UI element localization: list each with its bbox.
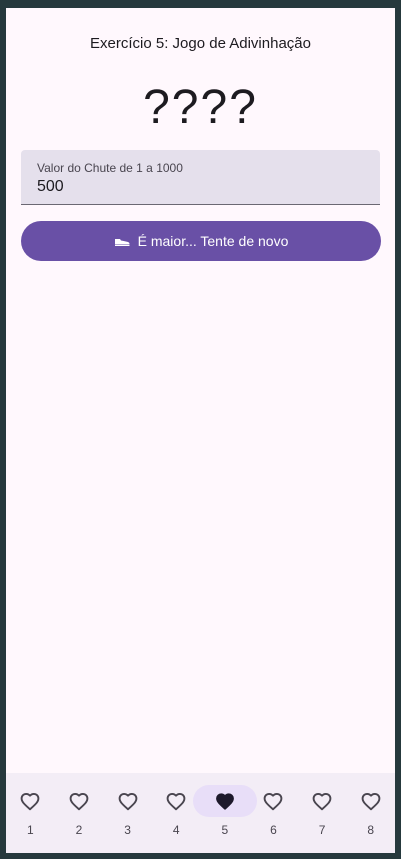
nav-item-5[interactable]: 5 — [192, 773, 257, 853]
guess-button-label: É maior... Tente de novo — [137, 233, 289, 249]
nav-item-8[interactable]: 8 — [346, 773, 395, 853]
nav-item-label: 7 — [318, 823, 326, 837]
guess-field[interactable]: Valor do Chute de 1 a 1000 — [21, 150, 380, 205]
heart-outline-icon — [67, 789, 91, 813]
nav-item-3[interactable]: 3 — [103, 773, 152, 853]
heart-outline-icon — [310, 789, 334, 813]
nav-item-label: 3 — [124, 823, 131, 837]
heart-outline-icon — [359, 789, 383, 813]
app-window: Exercício 5: Jogo de Adivinhação ???? Va… — [6, 8, 395, 853]
nav-item-label: 4 — [172, 823, 180, 837]
nav-item-6[interactable]: 6 — [249, 773, 298, 853]
nav-item-1[interactable]: 1 — [6, 773, 55, 853]
nav-item-4[interactable]: 4 — [152, 773, 201, 853]
app-title: Exercício 5: Jogo de Adivinhação — [90, 35, 311, 52]
guess-input[interactable] — [37, 178, 337, 196]
heart-outline-icon — [261, 789, 285, 813]
nav-item-label: 5 — [221, 823, 229, 837]
nav-item-label: 1 — [26, 823, 34, 837]
heart-outline-icon — [164, 789, 188, 813]
guess-field-label: Valor do Chute de 1 a 1000 — [37, 161, 183, 175]
heart-outline-icon — [18, 789, 42, 813]
sneaker-icon — [114, 236, 130, 246]
guess-button[interactable]: É maior... Tente de novo — [21, 221, 381, 261]
heart-outline-icon — [116, 789, 140, 813]
nav-item-2[interactable]: 2 — [55, 773, 104, 853]
hidden-number: ???? — [143, 81, 258, 134]
bottom-navigation-bar: 1 2 3 4 5 6 7 8 — [6, 773, 395, 853]
nav-item-label: 6 — [270, 823, 277, 837]
nav-item-label: 8 — [367, 823, 375, 837]
nav-item-7[interactable]: 7 — [298, 773, 347, 853]
nav-item-label: 2 — [75, 823, 83, 837]
heart-filled-icon — [213, 789, 237, 813]
